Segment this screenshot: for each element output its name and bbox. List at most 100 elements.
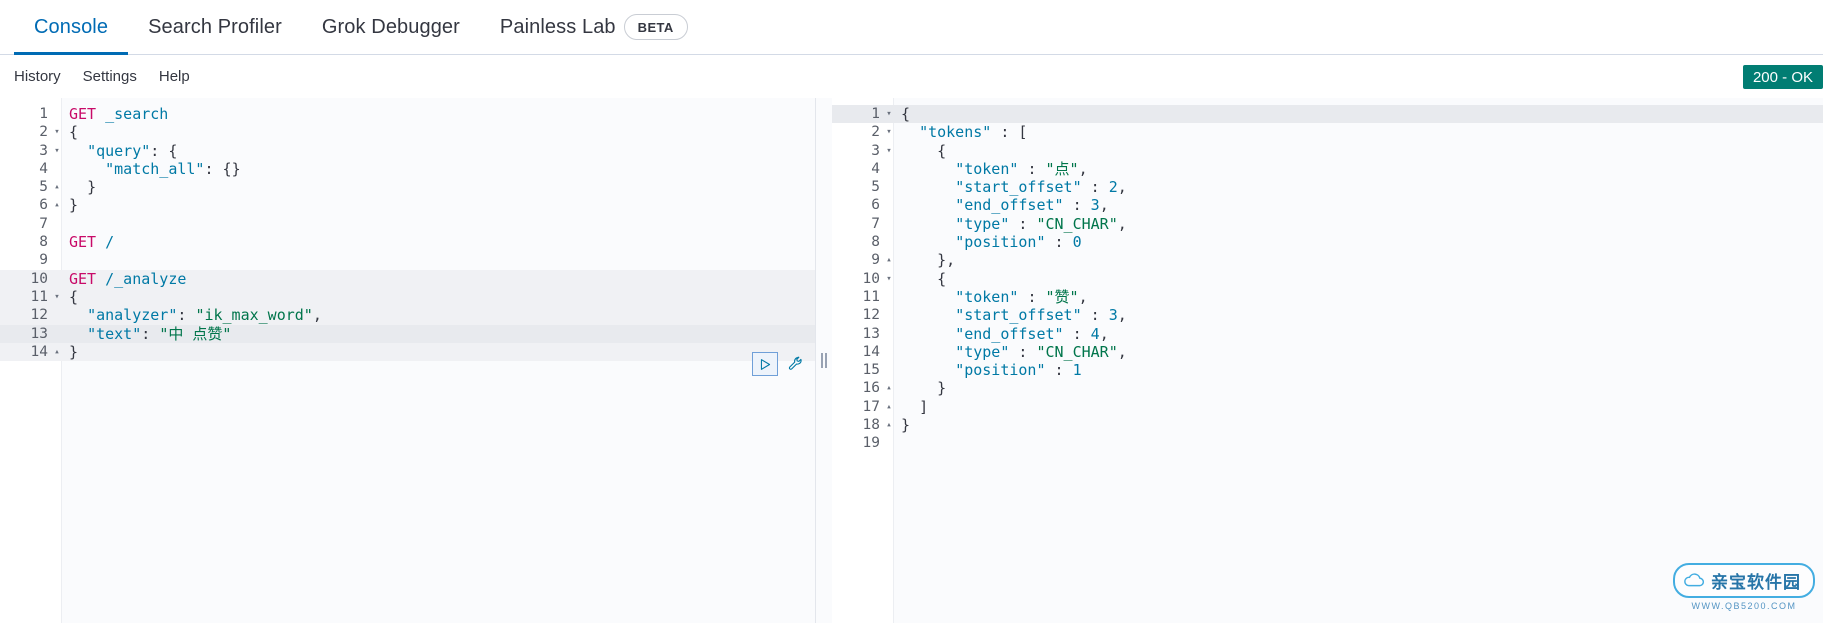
fold-toggle-icon[interactable]: ▾ xyxy=(52,142,62,160)
line-number: 17 xyxy=(862,398,880,415)
request-editor[interactable]: 1 GET _search 2 ▾{3 ▾ "query": {4 "match_all… xyxy=(0,98,816,623)
fold-toggle-icon[interactable]: ▴ xyxy=(884,416,894,434)
code-line[interactable]: 12 "analyzer": "ik_max_word", xyxy=(0,306,815,325)
code-line[interactable]: 14 ▴} xyxy=(0,342,815,362)
fold-toggle-icon[interactable]: ▾ xyxy=(52,288,62,306)
subnav-item-help[interactable]: Help xyxy=(159,68,190,85)
code-line[interactable]: 16 ▴ } xyxy=(832,379,1823,397)
code-line[interactable]: 6 ▴} xyxy=(0,196,815,214)
splitter-grip-icon xyxy=(821,353,827,368)
tab-grok-debugger[interactable]: Grok Debugger xyxy=(302,0,480,55)
line-number: 6 xyxy=(39,197,48,214)
kibana-dev-tools-console: Console Search Profiler Grok Debugger Pa… xyxy=(0,0,1823,623)
line-number: 12 xyxy=(862,307,880,324)
fold-toggle-icon[interactable]: ▾ xyxy=(52,123,62,141)
code-line[interactable]: 10 ▾ { xyxy=(832,270,1823,288)
code-line[interactable]: 1 ▾ { xyxy=(832,105,1823,124)
code-line[interactable]: 9 ▴ }, xyxy=(832,251,1823,269)
subnav-item-settings[interactable]: Settings xyxy=(83,68,137,85)
code-line[interactable]: 18 ▴} xyxy=(832,416,1823,434)
code-line-text: "position" : 1 xyxy=(955,361,1082,380)
line-number: 9 xyxy=(871,252,880,269)
code-line-text: } xyxy=(901,416,911,435)
code-line-text: { xyxy=(901,105,911,123)
code-line[interactable]: 15 "position" : 1 xyxy=(832,361,1823,379)
response-code[interactable]: 1 ▾{2 ▾ "tokens" : [3 ▾ {4 "token" : "点", 5 … xyxy=(832,98,1823,453)
line-number: 1 xyxy=(871,106,880,122)
tab-console[interactable]: Console xyxy=(14,0,129,55)
line-number: 13 xyxy=(30,325,48,342)
code-line-text: "end_offset" : 4, xyxy=(955,324,1109,343)
code-line-text: "analyzer": "ik_max_word", xyxy=(87,306,322,325)
code-line[interactable]: 5 ▴ } xyxy=(0,178,815,196)
code-line[interactable]: 7 "type" : "CN_CHAR", xyxy=(832,215,1823,233)
code-line[interactable]: 5 "start_offset" : 2, xyxy=(832,178,1823,196)
code-line[interactable]: 19 xyxy=(832,434,1823,452)
fold-toggle-icon[interactable]: ▴ xyxy=(52,343,62,361)
fold-toggle-icon[interactable]: ▾ xyxy=(884,105,894,123)
code-line[interactable]: 3 ▾ "query": { xyxy=(0,142,815,160)
line-number: 16 xyxy=(862,380,880,397)
wrench-icon[interactable] xyxy=(785,353,807,375)
line-number: 7 xyxy=(39,215,48,232)
line-number: 4 xyxy=(39,160,48,177)
subnav-item-history[interactable]: History xyxy=(14,68,61,85)
code-line[interactable]: 4 "match_all": {} xyxy=(0,160,815,178)
line-number: 10 xyxy=(30,270,48,287)
top-tab-bar: Console Search Profiler Grok Debugger Pa… xyxy=(0,0,1823,55)
code-line[interactable]: 9 xyxy=(0,251,815,269)
line-number: 4 xyxy=(871,160,880,177)
code-line-text: GET / xyxy=(69,233,115,252)
fold-toggle-icon[interactable]: ▾ xyxy=(884,142,894,160)
code-line[interactable]: 8 "position" : 0 xyxy=(832,233,1823,251)
code-line[interactable]: 1 GET _search xyxy=(0,105,815,123)
code-line[interactable]: 8 GET / xyxy=(0,233,815,251)
code-line[interactable]: 11 ▾ { xyxy=(0,287,815,307)
line-number: 9 xyxy=(39,252,48,269)
console-subnav: History Settings Help 200 - OK xyxy=(0,55,1823,98)
code-line[interactable]: 7 xyxy=(0,215,815,233)
fold-toggle-icon[interactable]: ▴ xyxy=(52,196,62,214)
line-number: 6 xyxy=(871,197,880,214)
code-line-text: "end_offset" : 3, xyxy=(955,196,1109,215)
code-line[interactable]: 13 "end_offset" : 4, xyxy=(832,325,1823,343)
code-line[interactable]: 13 "text": "中 点赞" xyxy=(0,324,815,343)
fold-toggle-icon[interactable]: ▴ xyxy=(884,379,894,397)
fold-toggle-icon[interactable]: ▾ xyxy=(884,123,894,141)
tab-search-profiler[interactable]: Search Profiler xyxy=(128,0,302,55)
code-line[interactable]: 3 ▾ { xyxy=(832,142,1823,160)
request-code[interactable]: 1 GET _search 2 ▾{3 ▾ "query": {4 "match_all… xyxy=(0,98,815,362)
code-line[interactable]: 10 GET /_analyze xyxy=(0,269,815,288)
fold-toggle-icon[interactable]: ▴ xyxy=(884,251,894,269)
code-line-text: }, xyxy=(937,251,956,270)
code-line[interactable]: 4 "token" : "点", xyxy=(832,160,1823,178)
fold-toggle-icon[interactable]: ▴ xyxy=(884,398,894,416)
code-line-text: ] xyxy=(919,397,929,416)
code-line[interactable]: 2 ▾ "tokens" : [ xyxy=(832,123,1823,141)
code-line-text: "query": { xyxy=(87,141,178,160)
code-line-text: { xyxy=(937,269,947,288)
line-number: 11 xyxy=(30,288,48,305)
code-line[interactable]: 14 "type" : "CN_CHAR", xyxy=(832,343,1823,361)
line-number: 12 xyxy=(30,307,48,324)
watermark-title: 亲宝软件园 xyxy=(1711,573,1801,592)
code-line[interactable]: 11 "token" : "赞", xyxy=(832,288,1823,306)
code-line-text: GET /_analyze xyxy=(69,269,187,288)
pane-splitter[interactable] xyxy=(816,98,832,623)
send-request-button[interactable] xyxy=(752,352,778,376)
code-line[interactable]: 12 "start_offset" : 3, xyxy=(832,306,1823,324)
tab-painless-lab[interactable]: Painless Lab BETA xyxy=(480,0,708,55)
tab-search-profiler-label: Search Profiler xyxy=(148,15,282,38)
code-line[interactable]: 2 ▾ { xyxy=(0,123,815,141)
fold-toggle-icon[interactable]: ▾ xyxy=(884,270,894,288)
code-line[interactable]: 17 ▴ ] xyxy=(832,398,1823,416)
line-number: 18 xyxy=(862,417,880,434)
response-viewer[interactable]: 1 ▾{2 ▾ "tokens" : [3 ▾ {4 "token" : "点", 5 … xyxy=(832,98,1823,623)
line-number: 7 xyxy=(871,215,880,232)
beta-badge: BETA xyxy=(623,14,688,40)
line-number: 2 xyxy=(39,124,48,141)
fold-toggle-icon[interactable]: ▴ xyxy=(52,178,62,196)
tab-painless-lab-label: Painless Lab xyxy=(499,15,616,38)
status-badge: 200 - OK xyxy=(1742,65,1823,89)
code-line[interactable]: 6 "end_offset" : 3, xyxy=(832,196,1823,214)
